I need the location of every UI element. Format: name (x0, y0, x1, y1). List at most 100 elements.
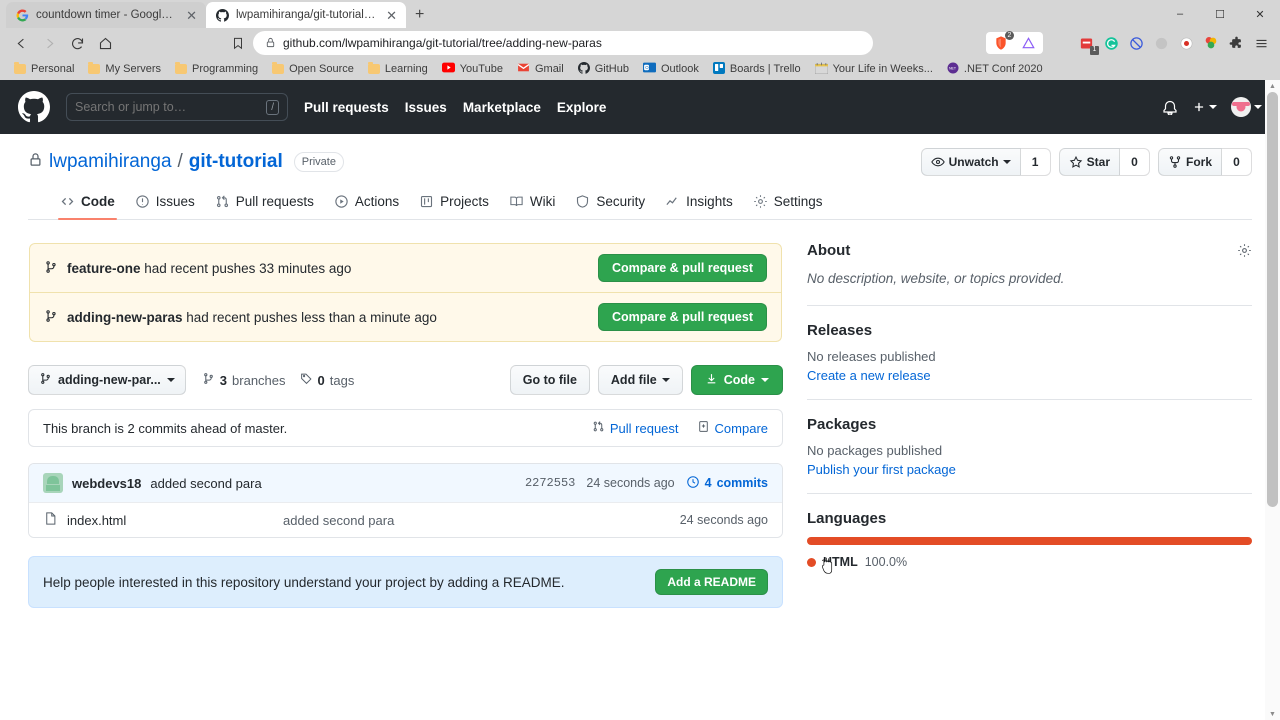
browser-tab-0[interactable]: countdown timer - Google Search ✕ (6, 2, 206, 28)
tags-stat[interactable]: 0 tags (300, 372, 354, 388)
bookmark-item[interactable]: Personal (8, 61, 80, 77)
scroll-down-arrow[interactable]: ▼ (1265, 708, 1280, 720)
minimize-button[interactable]: – (1160, 0, 1200, 28)
bookmark-item[interactable]: GitHub (572, 60, 635, 79)
avatar[interactable] (43, 473, 63, 493)
nav-issues[interactable]: Issues (405, 100, 447, 115)
scroll-up-arrow[interactable]: ▲ (1265, 80, 1280, 92)
watch-count[interactable]: 1 (1020, 148, 1051, 176)
maximize-button[interactable]: ☐ (1200, 0, 1240, 28)
bookmark-item[interactable]: Boards | Trello (707, 60, 807, 79)
fork-button[interactable]: Fork (1157, 148, 1222, 176)
table-row[interactable]: index.html added second para 24 seconds … (29, 502, 782, 537)
bookmark-item[interactable]: YouTube (436, 60, 509, 78)
tab-security[interactable]: Security (565, 186, 655, 219)
branch-selector[interactable]: adding-new-par... (28, 365, 186, 395)
watch-button-group: Unwatch 1 (920, 148, 1051, 176)
brave-shield-icon[interactable]: 2 (990, 31, 1014, 54)
back-arrow-icon[interactable] (8, 30, 34, 56)
fork-count[interactable]: 0 (1222, 148, 1252, 176)
github-mark-icon[interactable] (18, 91, 50, 123)
nav-pull-requests[interactable]: Pull requests (304, 100, 389, 115)
star-count[interactable]: 0 (1119, 148, 1150, 176)
page-scrollbar[interactable]: ▲ ▼ (1265, 80, 1280, 720)
extensions-puzzle-icon[interactable] (1225, 32, 1247, 54)
close-icon[interactable]: ✕ (385, 9, 398, 22)
colorzilla-icon[interactable] (1200, 32, 1222, 54)
bookmark-item[interactable]: Your Life in Weeks... (809, 60, 939, 79)
shield-badge-count: 2 (1005, 31, 1014, 40)
close-window-button[interactable]: ✕ (1240, 0, 1280, 28)
tab-wiki[interactable]: Wiki (499, 186, 566, 219)
publish-package-link[interactable]: Publish your first package (807, 462, 956, 477)
file-icon (43, 511, 58, 529)
tab-code[interactable]: Code (50, 186, 125, 220)
code-download-button[interactable]: Code (690, 365, 783, 395)
tab-insights[interactable]: Insights (655, 186, 743, 219)
home-icon[interactable] (92, 30, 118, 56)
nav-explore[interactable]: Explore (557, 100, 607, 115)
nav-marketplace[interactable]: Marketplace (463, 100, 541, 115)
lock-icon (265, 35, 276, 51)
tab-issues[interactable]: Issues (125, 186, 205, 219)
new-tab-button[interactable]: + (406, 2, 433, 28)
bookmark-item[interactable]: My Servers (82, 61, 167, 77)
adblock-icon[interactable] (1125, 32, 1147, 54)
outlook-icon: O (642, 62, 656, 76)
bookmark-item[interactable]: O Outlook (637, 60, 705, 78)
user-avatar-image (1231, 97, 1251, 117)
tab-settings[interactable]: Settings (743, 186, 833, 219)
repo-owner-link[interactable]: lwpamihiranga (49, 151, 172, 173)
record-icon[interactable] (1175, 32, 1197, 54)
tab-pull-requests[interactable]: Pull requests (205, 186, 324, 219)
create-release-link[interactable]: Create a new release (807, 368, 931, 383)
unwatch-button[interactable]: Unwatch (920, 148, 1021, 176)
commit-author-link[interactable]: webdevs18 (72, 476, 141, 491)
tab-projects[interactable]: Projects (409, 186, 499, 219)
browser-menu-icon[interactable] (1250, 32, 1272, 54)
scrollbar-thumb[interactable] (1267, 92, 1278, 507)
star-button[interactable]: Star (1058, 148, 1120, 176)
file-link[interactable]: index.html (67, 513, 126, 528)
address-bar[interactable]: github.com/lwpamihiranga/git-tutorial/tr… (253, 31, 873, 55)
bookmark-item[interactable]: Learning (362, 61, 434, 77)
compare-pull-request-button[interactable]: Compare & pull request (598, 254, 767, 282)
browser-tab-1[interactable]: lwpamihiranga/git-tutorial at addi ✕ (206, 2, 406, 28)
reload-icon[interactable] (64, 30, 90, 56)
omnibox-container: github.com/lwpamihiranga/git-tutorial/tr… (120, 31, 984, 55)
gear-icon[interactable] (1237, 243, 1252, 258)
add-file-button[interactable]: Add file (597, 365, 683, 395)
brave-triangle-icon[interactable] (1017, 32, 1039, 54)
search-input[interactable]: / (66, 93, 288, 121)
commit-message-link[interactable]: added second para (150, 476, 261, 491)
plus-icon[interactable] (1192, 100, 1217, 114)
bookmark-item[interactable]: NET .NET Conf 2020 (941, 60, 1049, 79)
search-field[interactable] (75, 100, 261, 114)
compare-pull-request-button[interactable]: Compare & pull request (598, 303, 767, 331)
go-to-file-button[interactable]: Go to file (509, 365, 590, 395)
branches-stat[interactable]: 3 branches (202, 372, 286, 388)
repo-name-link[interactable]: git-tutorial (189, 151, 283, 173)
close-icon[interactable]: ✕ (185, 9, 198, 22)
avatar[interactable] (1231, 97, 1262, 117)
bookmark-item[interactable]: Gmail (511, 60, 570, 78)
extension-red-icon[interactable]: 1 (1075, 32, 1099, 55)
grammarly-icon[interactable] (1100, 32, 1122, 54)
language-legend-item[interactable]: HTML 100.0% (807, 555, 1252, 569)
file-commit-message[interactable]: added second para (283, 513, 680, 528)
compare-link[interactable]: Compare (697, 420, 768, 436)
pull-request-link[interactable]: Pull request (592, 420, 679, 436)
commit-sha[interactable]: 2272553 (525, 476, 575, 490)
add-readme-button[interactable]: Add a README (655, 569, 768, 595)
bookmark-item[interactable]: Open Source (266, 61, 360, 77)
folder-icon (367, 62, 380, 74)
tab-actions[interactable]: Actions (324, 186, 409, 219)
disabled-extension-icon[interactable] (1150, 32, 1172, 54)
bell-icon[interactable] (1162, 99, 1178, 115)
commits-history-link[interactable]: 4 commits (686, 475, 768, 492)
file-name-cell: index.html (43, 511, 283, 529)
bookmark-icon[interactable] (231, 36, 245, 50)
repository-actions: Unwatch 1 Star 0 Fork 0 (920, 148, 1252, 176)
repository-tabs: Code Issues Pull requests Actions Projec… (28, 186, 1252, 220)
bookmark-item[interactable]: Programming (169, 61, 264, 77)
